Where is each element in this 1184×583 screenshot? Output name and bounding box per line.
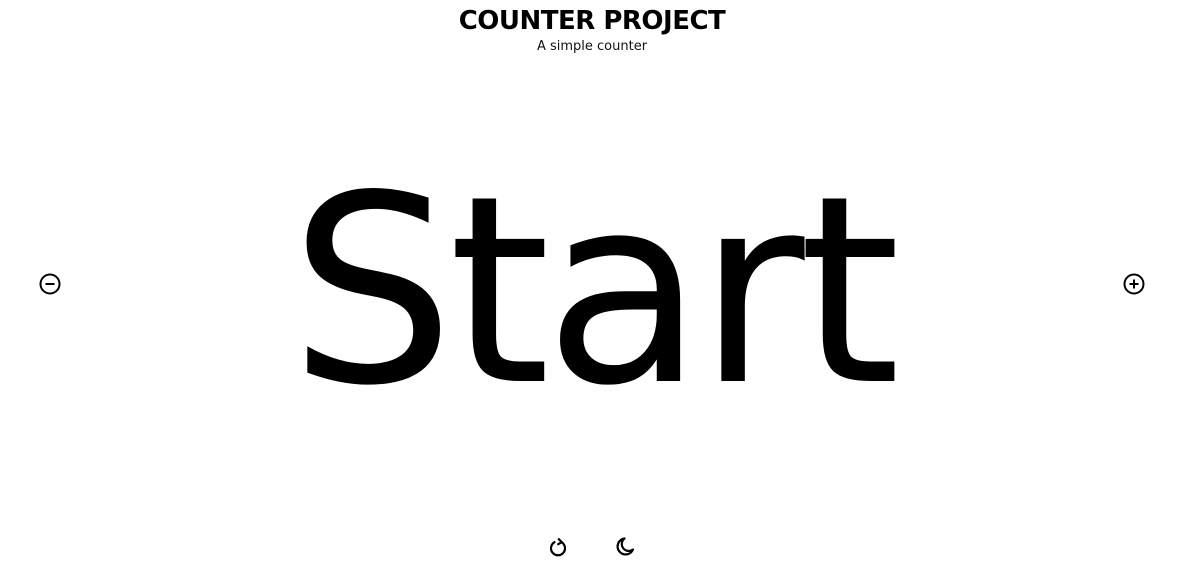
rotate-icon [546, 534, 570, 558]
counter-display: Start [289, 152, 900, 432]
reset-button[interactable] [544, 532, 572, 560]
counter-page: COUNTER PROJECT A simple counter Start [0, 0, 1184, 583]
page-subtitle: A simple counter [536, 39, 648, 54]
page-header: COUNTER PROJECT A simple counter [0, 4, 1184, 56]
page-title: COUNTER PROJECT [458, 6, 726, 36]
increment-button[interactable] [1120, 270, 1148, 298]
theme-toggle-button[interactable] [612, 532, 640, 560]
moon-icon [614, 534, 638, 558]
plus-circle-icon [1122, 272, 1146, 296]
